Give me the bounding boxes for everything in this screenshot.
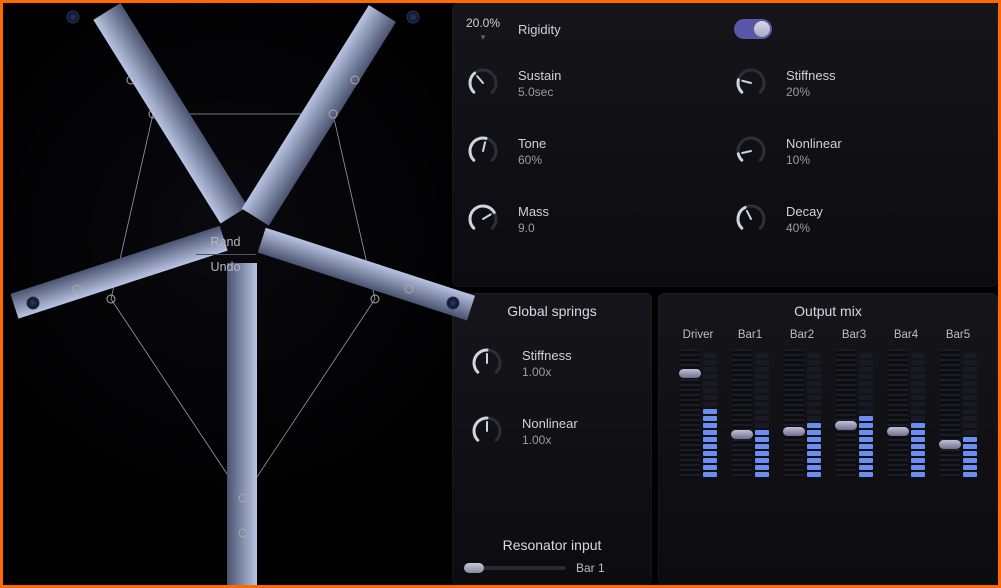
- slider-thumb-icon[interactable]: [731, 430, 753, 439]
- sustain-label: Sustain: [518, 68, 561, 83]
- mix-column: Bar3: [832, 329, 876, 479]
- mix-column-label: Bar2: [790, 329, 814, 341]
- slider-thumb-icon[interactable]: [464, 563, 484, 573]
- slider-thumb-icon[interactable]: [887, 427, 909, 436]
- mass-label: Mass: [518, 204, 549, 219]
- mix-column-label: Driver: [683, 329, 714, 341]
- mix-level-slider[interactable]: [732, 349, 752, 479]
- decay-value: 40%: [786, 221, 823, 235]
- mix-level-slider[interactable]: [836, 349, 856, 479]
- resonator-bars[interactable]: [10, 3, 475, 585]
- global-springs-title: Global springs: [466, 303, 638, 319]
- slider-thumb-icon[interactable]: [835, 421, 857, 430]
- stiffness-value: 20%: [786, 85, 836, 99]
- mix-column: Bar1: [728, 329, 772, 479]
- mix-column-label: Bar4: [894, 329, 918, 341]
- output-mix-panel: Output mix Driver Bar1 Bar2 Bar3 Bar4 Bar5: [658, 293, 998, 585]
- resonator-input-slider[interactable]: [466, 566, 566, 570]
- mix-level-slider[interactable]: [888, 349, 908, 479]
- slider-thumb-icon[interactable]: [679, 369, 701, 378]
- level-meter: [755, 349, 769, 479]
- resonator-input-title: Resonator input: [466, 537, 638, 553]
- bar-params-panel: 20.0% Rigidity Sustain 5.0sec: [452, 3, 998, 287]
- level-meter: [911, 349, 925, 479]
- right-section-toggle[interactable]: [734, 19, 772, 39]
- tone-label: Tone: [518, 136, 546, 151]
- mix-column-label: Bar5: [946, 329, 970, 341]
- level-meter: [703, 349, 717, 479]
- bars-star-diagram[interactable]: Rand Undo: [3, 3, 448, 585]
- rigidity-value-dropdown[interactable]: 20.0%: [462, 16, 504, 43]
- undo-button[interactable]: Undo: [196, 256, 256, 278]
- stiffness-label: Stiffness: [786, 68, 836, 83]
- global-nonlinear-value: 1.00x: [522, 433, 578, 447]
- global-nonlinear-label: Nonlinear: [522, 416, 578, 431]
- level-meter: [963, 349, 977, 479]
- stiffness-knob[interactable]: [734, 66, 768, 100]
- mix-column-label: Bar1: [738, 329, 762, 341]
- mass-value: 9.0: [518, 221, 549, 235]
- mix-column: Bar4: [884, 329, 928, 479]
- mix-level-slider[interactable]: [680, 349, 700, 479]
- tone-value: 60%: [518, 153, 546, 167]
- divider: [196, 254, 256, 255]
- decay-knob[interactable]: [734, 202, 768, 236]
- mix-level-slider[interactable]: [784, 349, 804, 479]
- randomize-button[interactable]: Rand: [196, 231, 256, 253]
- mix-column: Bar5: [936, 329, 980, 479]
- rigidity-label: Rigidity: [518, 22, 561, 37]
- level-meter: [807, 349, 821, 479]
- mix-column: Driver: [676, 329, 720, 479]
- nonlinear-knob[interactable]: [734, 134, 768, 168]
- mix-column: Bar2: [780, 329, 824, 479]
- slider-thumb-icon[interactable]: [939, 440, 961, 449]
- mix-column-label: Bar3: [842, 329, 866, 341]
- output-mix-title: Output mix: [672, 303, 984, 319]
- mix-level-slider[interactable]: [940, 349, 960, 479]
- nonlinear-value: 10%: [786, 153, 842, 167]
- global-stiffness-value: 1.00x: [522, 365, 572, 379]
- decay-label: Decay: [786, 204, 823, 219]
- sustain-value: 5.0sec: [518, 85, 561, 99]
- level-meter: [859, 349, 873, 479]
- resonator-input-value: Bar 1: [576, 561, 605, 575]
- global-stiffness-label: Stiffness: [522, 348, 572, 363]
- nonlinear-label: Nonlinear: [786, 136, 842, 151]
- slider-thumb-icon[interactable]: [783, 427, 805, 436]
